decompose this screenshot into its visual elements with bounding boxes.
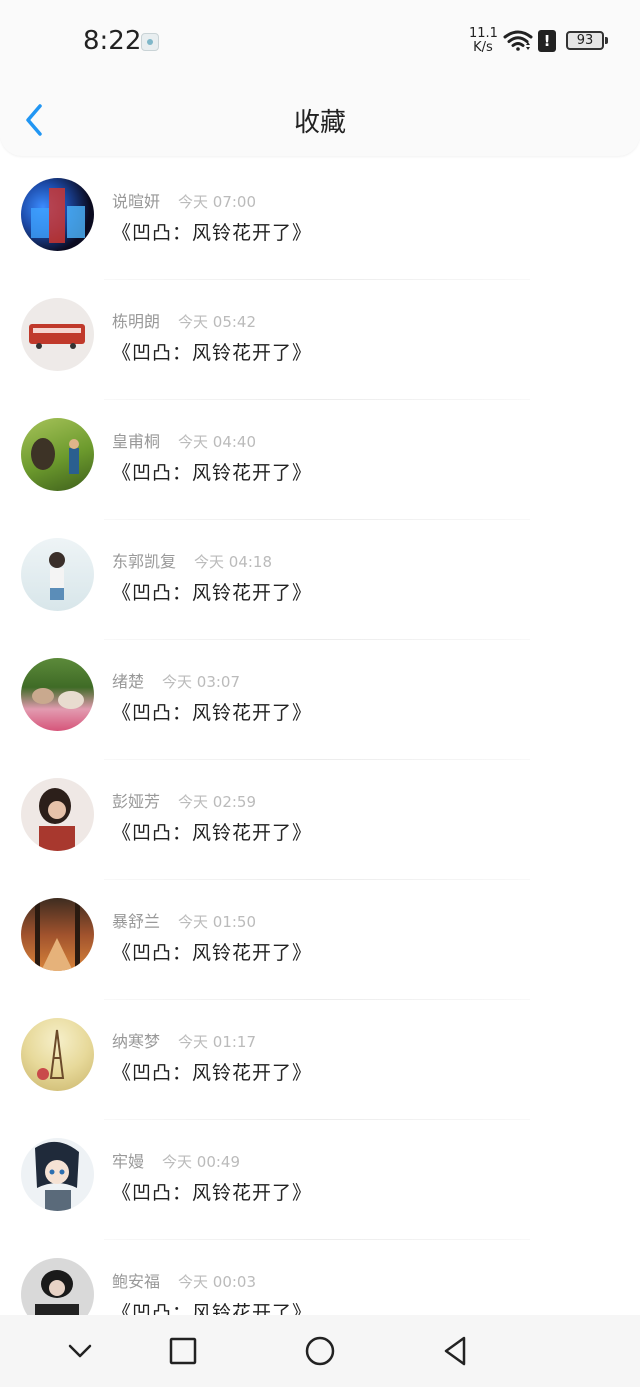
timestamp: 今天 04:18 bbox=[194, 553, 273, 571]
favorite-meta: 纳寒梦 今天 01:17 bbox=[112, 1028, 256, 1052]
list-item[interactable]: 说暄妍 今天 07:00 《凹凸：风铃花开了》 bbox=[0, 160, 640, 280]
user-name: 暴舒兰 bbox=[112, 912, 161, 931]
timestamp: 今天 05:42 bbox=[178, 313, 257, 331]
avatar[interactable] bbox=[21, 1018, 94, 1091]
list-item[interactable]: 牢嫚 今天 00:49 《凹凸：风铃花开了》 bbox=[0, 1120, 640, 1240]
favorite-meta: 暴舒兰 今天 01:50 bbox=[112, 908, 256, 932]
favorite-meta: 皇甫桐 今天 04:40 bbox=[112, 428, 256, 452]
avatar[interactable] bbox=[21, 1138, 94, 1211]
status-bar: 8:22 11.1 K/s ! 93 bbox=[0, 0, 640, 80]
favorite-meta: 鲍安福 今天 00:03 bbox=[112, 1268, 256, 1292]
home-button[interactable] bbox=[302, 1333, 338, 1369]
user-name: 栋明朗 bbox=[112, 312, 161, 331]
favorite-title: 《凹凸：风铃花开了》 bbox=[112, 222, 313, 244]
favorite-meta: 牢嫚 今天 00:49 bbox=[112, 1148, 240, 1172]
user-name: 牢嫚 bbox=[112, 1152, 145, 1171]
favorite-title: 《凹凸：风铃花开了》 bbox=[112, 342, 313, 364]
avatar[interactable] bbox=[21, 898, 94, 971]
network-speed: 11.1 K/s bbox=[469, 26, 498, 55]
favorite-title: 《凹凸：风铃花开了》 bbox=[112, 822, 313, 844]
avatar[interactable] bbox=[21, 298, 94, 371]
list-item[interactable]: 绪楚 今天 03:07 《凹凸：风铃花开了》 bbox=[0, 640, 640, 760]
favorite-meta: 彭娅芳 今天 02:59 bbox=[112, 788, 256, 812]
avatar[interactable] bbox=[21, 1258, 94, 1315]
timestamp: 今天 02:59 bbox=[178, 793, 257, 811]
battery-indicator: 93 bbox=[566, 31, 608, 50]
avatar[interactable] bbox=[21, 658, 94, 731]
page-title: 收藏 bbox=[293, 108, 346, 138]
list-item[interactable]: 栋明朗 今天 05:42 《凹凸：风铃花开了》 bbox=[0, 280, 640, 400]
timestamp: 今天 01:50 bbox=[178, 913, 257, 931]
timestamp: 今天 04:40 bbox=[178, 433, 257, 451]
status-time: 8:22 bbox=[83, 26, 142, 56]
favorite-meta: 栋明朗 今天 05:42 bbox=[112, 308, 256, 332]
user-name: 皇甫桐 bbox=[112, 432, 161, 451]
list-item[interactable]: 东郭凯复 今天 04:18 《凹凸：风铃花开了》 bbox=[0, 520, 640, 640]
favorite-title: 《凹凸：风铃花开了》 bbox=[112, 1182, 313, 1204]
favorite-title: 《凹凸：风铃花开了》 bbox=[112, 582, 313, 604]
avatar[interactable] bbox=[21, 538, 94, 611]
network-speed-unit: K/s bbox=[473, 40, 493, 55]
timestamp: 今天 01:17 bbox=[178, 1033, 257, 1051]
avatar[interactable] bbox=[21, 778, 94, 851]
timestamp: 今天 00:03 bbox=[178, 1273, 257, 1291]
favorite-title: 《凹凸：风铃花开了》 bbox=[112, 942, 313, 964]
list-item[interactable]: 暴舒兰 今天 01:50 《凹凸：风铃花开了》 bbox=[0, 880, 640, 1000]
user-name: 绪楚 bbox=[112, 672, 145, 691]
alert-icon: ! bbox=[538, 30, 556, 52]
user-name: 说暄妍 bbox=[112, 192, 161, 211]
list-item[interactable]: 彭娅芳 今天 02:59 《凹凸：风铃花开了》 bbox=[0, 760, 640, 880]
chevron-down-icon[interactable] bbox=[62, 1333, 98, 1369]
avatar[interactable] bbox=[21, 178, 94, 251]
user-name: 彭娅芳 bbox=[112, 792, 161, 811]
favorite-meta: 说暄妍 今天 07:00 bbox=[112, 188, 256, 212]
back-nav-button[interactable] bbox=[438, 1333, 474, 1369]
avatar[interactable] bbox=[21, 418, 94, 491]
favorite-title: 《凹凸：风铃花开了》 bbox=[112, 1062, 313, 1084]
favorite-title: 《凹凸：风铃花开了》 bbox=[112, 1302, 313, 1315]
user-name: 东郭凯复 bbox=[112, 552, 177, 571]
system-navigation-bar bbox=[0, 1315, 640, 1387]
list-item[interactable]: 鲍安福 今天 00:03 《凹凸：风铃花开了》 bbox=[0, 1240, 640, 1315]
timestamp: 今天 03:07 bbox=[162, 673, 241, 691]
nav-header: 收藏 bbox=[0, 80, 640, 156]
recent-apps-button[interactable] bbox=[165, 1333, 201, 1369]
timestamp: 今天 07:00 bbox=[178, 193, 257, 211]
wifi-icon bbox=[503, 30, 533, 51]
favorite-meta: 绪楚 今天 03:07 bbox=[112, 668, 240, 692]
favorite-title: 《凹凸：风铃花开了》 bbox=[112, 462, 313, 484]
list-item[interactable]: 纳寒梦 今天 01:17 《凹凸：风铃花开了》 bbox=[0, 1000, 640, 1120]
timestamp: 今天 00:49 bbox=[162, 1153, 241, 1171]
notification-app-icon bbox=[141, 33, 159, 51]
user-name: 鲍安福 bbox=[112, 1272, 161, 1291]
favorites-list: 说暄妍 今天 07:00 《凹凸：风铃花开了》 栋明朗 今天 05:42 《凹凸：风… bbox=[0, 160, 640, 1315]
list-item[interactable]: 皇甫桐 今天 04:40 《凹凸：风铃花开了》 bbox=[0, 400, 640, 520]
network-speed-value: 11.1 bbox=[469, 26, 498, 41]
favorite-meta: 东郭凯复 今天 04:18 bbox=[112, 548, 272, 572]
favorite-title: 《凹凸：风铃花开了》 bbox=[112, 702, 313, 724]
user-name: 纳寒梦 bbox=[112, 1032, 161, 1051]
